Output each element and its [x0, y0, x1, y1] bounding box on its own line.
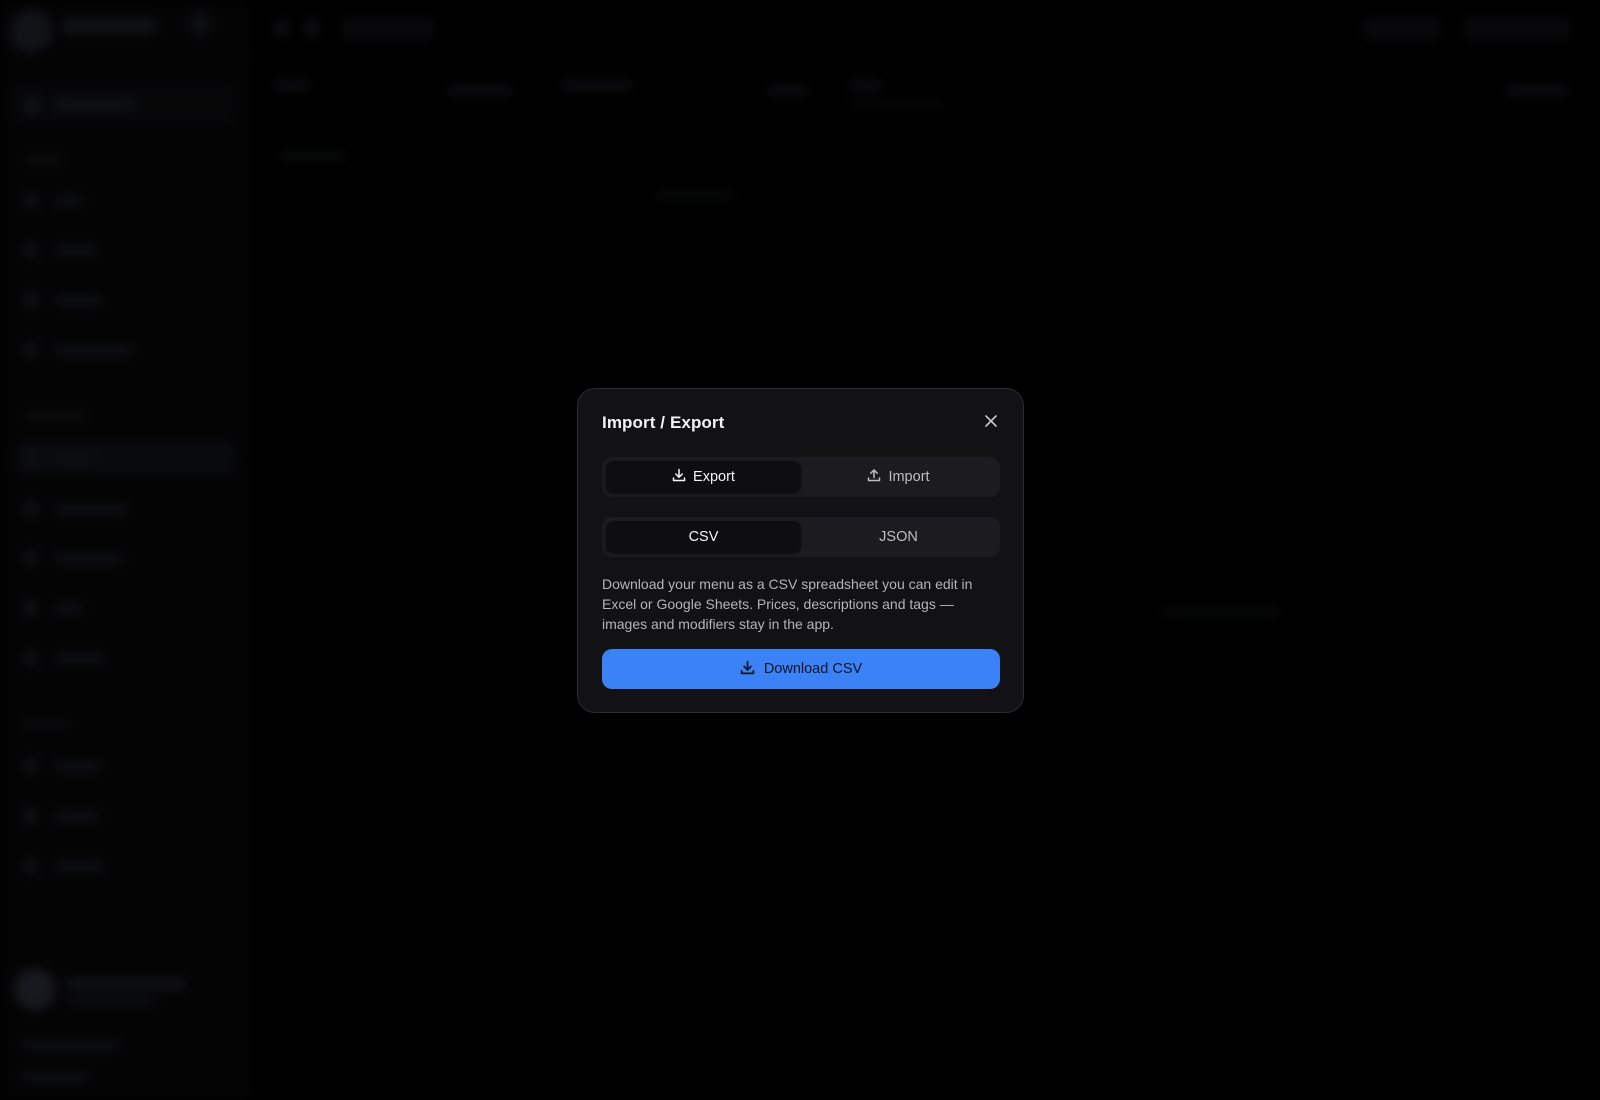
modal-title: Import / Export	[602, 413, 725, 432]
download-csv-button[interactable]: Download CSV	[602, 649, 1000, 689]
format-selector: CSV JSON	[602, 517, 1000, 557]
tab-export[interactable]: Export	[606, 461, 801, 493]
download-icon	[740, 660, 755, 679]
format-csv[interactable]: CSV	[606, 521, 801, 553]
export-description: Download your menu as a CSV spreadsheet …	[602, 576, 973, 632]
tab-import[interactable]: Import	[801, 461, 996, 493]
format-json[interactable]: JSON	[801, 521, 996, 553]
close-button[interactable]	[977, 409, 1005, 437]
download-icon	[672, 468, 686, 486]
tab-import-label: Import	[888, 469, 930, 485]
close-icon	[984, 414, 998, 433]
download-csv-label: Download CSV	[763, 661, 863, 677]
upload-icon	[867, 468, 881, 486]
import-export-modal: Import / Export Export Import CSV JSON D…	[577, 388, 1024, 713]
mode-tabs: Export Import	[602, 457, 1000, 497]
tab-export-label: Export	[693, 469, 735, 485]
